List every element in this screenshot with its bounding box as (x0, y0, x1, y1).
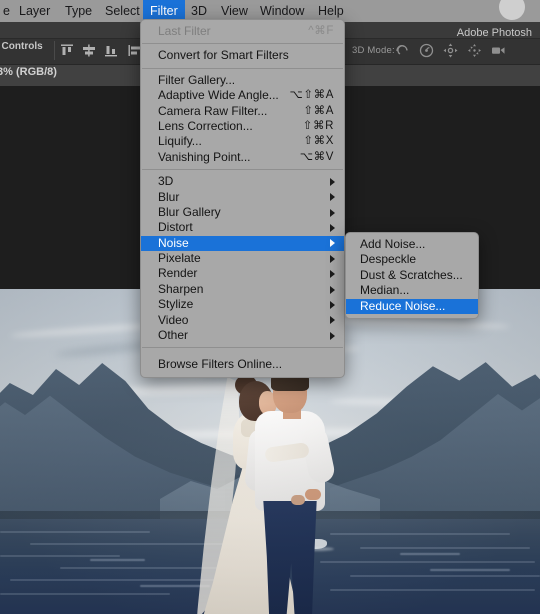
menu-option-camera-raw-filter[interactable]: Camera Raw Filter... ⇧⌘A (141, 104, 344, 119)
menu-option-label: Noise (158, 235, 189, 250)
menu-option-label: Render (158, 266, 198, 281)
menu-option-3d[interactable]: 3D (141, 174, 344, 189)
align-vertical-centers-icon[interactable] (82, 44, 96, 57)
chevron-right-icon (330, 270, 335, 279)
menu-option-blur[interactable]: Blur (141, 190, 344, 205)
chevron-right-icon (330, 285, 335, 294)
menu-option-blur-gallery[interactable]: Blur Gallery (141, 205, 344, 220)
scale-3d-camera-icon[interactable] (490, 42, 507, 59)
menu-option-browse-filters-online[interactable]: Browse Filters Online... (141, 357, 344, 372)
groom-hand (305, 489, 321, 500)
submenu-option-reduce-noise[interactable]: Reduce Noise... (346, 298, 478, 314)
three-d-mode-label: 3D Mode: (352, 45, 395, 56)
chevron-right-icon (330, 316, 335, 325)
menu-option-adaptive-wide-angle[interactable]: Adaptive Wide Angle... ⌥⇧⌘A (141, 88, 344, 103)
menu-item-select[interactable]: Select (98, 0, 147, 22)
menu-option-label: Filter Gallery... (158, 72, 236, 87)
filter-dropdown-menu[interactable]: Last Filter ^⌘F Convert for Smart Filter… (140, 19, 345, 378)
user-avatar-circle-icon[interactable] (499, 0, 525, 20)
chevron-right-icon (330, 193, 335, 202)
menu-option-label: Camera Raw Filter... (158, 103, 268, 118)
menu-option-sharpen[interactable]: Sharpen (141, 282, 344, 297)
chevron-right-icon (330, 331, 335, 340)
menu-option-other[interactable]: Other (141, 328, 344, 343)
options-separator (54, 41, 55, 60)
menu-option-label: Liquify... (158, 134, 202, 149)
transform-controls-label: rm Controls (0, 41, 43, 52)
align-bottom-edges-icon[interactable] (104, 44, 118, 57)
menu-option-filter-gallery[interactable]: Filter Gallery... (141, 73, 344, 88)
menu-option-label: Video (158, 312, 189, 327)
menu-option-video[interactable]: Video (141, 313, 344, 328)
menu-option-label: Last Filter (158, 24, 211, 38)
submenu-option-label: Dust & Scratches... (360, 267, 463, 282)
menu-option-label: 3D (158, 174, 174, 189)
menu-option-shortcut: ^⌘F (308, 25, 334, 37)
menu-option-label: Vanishing Point... (158, 149, 251, 164)
menu-option-label: Other (158, 328, 189, 343)
slide-3d-object-icon[interactable] (466, 42, 483, 59)
photoshop-window: rm Controls 3D Mode: (0, 0, 540, 614)
menu-option-label: Blur Gallery (158, 204, 221, 219)
menu-option-label: Sharpen (158, 281, 204, 296)
chevron-right-icon (330, 239, 335, 248)
menu-separator (142, 43, 343, 45)
align-top-edges-icon[interactable] (60, 44, 74, 57)
menu-option-label: Blur (158, 189, 180, 204)
menu-option-shortcut: ⌥⌘V (299, 150, 334, 163)
submenu-option-dust-and-scratches[interactable]: Dust & Scratches... (346, 268, 478, 283)
menu-option-stylize[interactable]: Stylize (141, 297, 344, 312)
menu-option-pixelate[interactable]: Pixelate (141, 251, 344, 266)
submenu-option-median[interactable]: Median... (346, 283, 478, 298)
submenu-option-despeckle[interactable]: Despeckle (346, 252, 478, 267)
menu-separator (142, 169, 343, 171)
menu-option-shortcut: ⌥⇧⌘A (289, 89, 334, 102)
rotate-3d-object-icon[interactable] (394, 42, 411, 59)
chevron-right-icon (330, 223, 335, 232)
submenu-option-label: Median... (360, 283, 410, 298)
noise-submenu[interactable]: Add Noise... Despeckle Dust & Scratches.… (345, 232, 479, 319)
submenu-option-label: Add Noise... (360, 237, 426, 251)
menu-option-lens-correction[interactable]: Lens Correction... ⇧⌘R (141, 119, 344, 134)
chevron-right-icon (330, 208, 335, 217)
menu-option-label: Lens Correction... (158, 118, 253, 133)
menu-option-label: Browse Filters Online... (158, 357, 283, 372)
menu-item-layer[interactable]: Layer (12, 0, 57, 22)
menu-option-vanishing-point[interactable]: Vanishing Point... ⌥⌘V (141, 150, 344, 165)
menu-item-type[interactable]: Type (58, 0, 99, 22)
menu-separator (142, 67, 343, 69)
menu-option-noise[interactable]: Noise (141, 235, 344, 252)
menu-option-label: Distort (158, 220, 193, 235)
menu-option-label: Pixelate (158, 251, 201, 266)
chevron-right-icon (330, 254, 335, 263)
menu-option-shortcut: ⇧⌘X (303, 135, 334, 148)
wedding-couple (195, 349, 337, 614)
pan-3d-object-icon[interactable] (442, 42, 459, 59)
submenu-option-label: Reduce Noise... (360, 298, 446, 313)
submenu-option-add-noise[interactable]: Add Noise... (346, 237, 478, 252)
application-title: Adobe Photosh (456, 27, 532, 39)
menu-option-distort[interactable]: Distort (141, 220, 344, 235)
menu-option-shortcut: ⇧⌘R (302, 119, 334, 132)
menu-option-label: Convert for Smart Filters (158, 48, 289, 63)
chevron-right-icon (330, 300, 335, 309)
menu-option-convert-for-smart-filters[interactable]: Convert for Smart Filters (141, 48, 344, 63)
menu-option-label: Adaptive Wide Angle... (158, 88, 279, 103)
submenu-option-label: Despeckle (360, 252, 417, 267)
menu-option-label: Stylize (158, 297, 194, 312)
roll-3d-object-icon[interactable] (418, 42, 435, 59)
chevron-right-icon (330, 177, 335, 186)
zoom-level-status: .3% (RGB/8) (0, 66, 57, 78)
menu-separator (142, 347, 343, 349)
bride-hand (291, 495, 305, 505)
menu-option-render[interactable]: Render (141, 266, 344, 281)
menu-option-shortcut: ⇧⌘A (303, 104, 334, 117)
menu-option-liquify[interactable]: Liquify... ⇧⌘X (141, 134, 344, 149)
menu-option-last-filter[interactable]: Last Filter ^⌘F (141, 24, 344, 39)
